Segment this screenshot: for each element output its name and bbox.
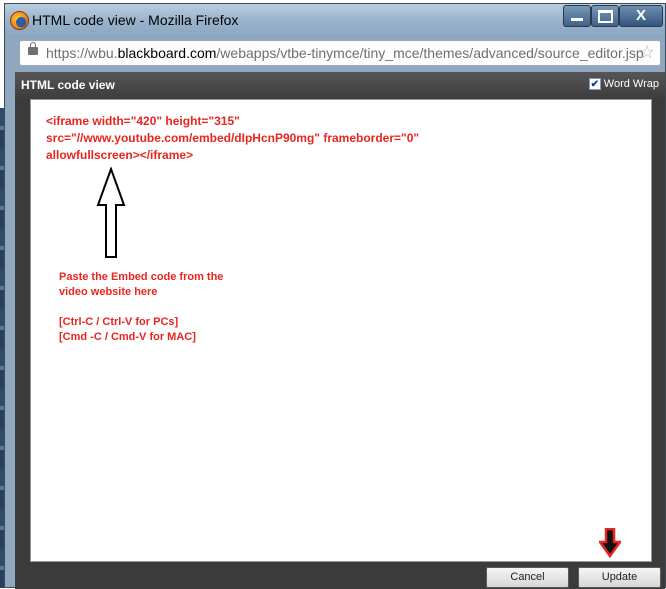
code-line: src="//www.youtube.com/embed/dIpHcnP90mg… xyxy=(46,131,420,145)
maximize-icon xyxy=(597,10,613,23)
embed-code: <iframe width="420" height="315" src="//… xyxy=(46,113,466,164)
instructions-annotation: Paste the Embed code from the video webs… xyxy=(59,270,259,345)
dialog-header: HTML code view ✔ Word Wrap xyxy=(15,72,665,99)
word-wrap-label: Word Wrap xyxy=(603,78,659,90)
checkbox-checked-icon[interactable]: ✔ xyxy=(588,78,601,90)
firefox-window: HTML code view - Mozilla Firefox X https… xyxy=(4,3,666,589)
maximize-button[interactable] xyxy=(591,5,619,27)
code-line: allowfullscreen></iframe> xyxy=(46,148,194,162)
code-line: <iframe width="420" height="315" xyxy=(46,114,240,128)
word-wrap-toggle[interactable]: ✔ Word Wrap xyxy=(588,78,659,90)
url-domain: blackboard.com xyxy=(117,45,217,61)
firefox-icon xyxy=(10,11,29,30)
url-prefix: https://wbu. xyxy=(46,45,118,61)
instruction-line: Paste the Embed code from the xyxy=(59,271,224,283)
cancel-button[interactable]: Cancel xyxy=(486,567,569,588)
dialog-title: HTML code view xyxy=(21,78,115,92)
window-title: HTML code view - Mozilla Firefox xyxy=(32,12,239,28)
url-path: /webapps/vtbe-tinymce/tiny_mce/themes/ad… xyxy=(216,45,644,61)
source-editor-textarea[interactable]: <iframe width="420" height="315" src="//… xyxy=(30,99,652,562)
down-arrow-annotation-icon xyxy=(599,528,621,558)
instruction-line: video website here xyxy=(59,286,158,298)
html-code-view-dialog: HTML code view ✔ Word Wrap <iframe width… xyxy=(15,72,665,589)
up-arrow-annotation-icon xyxy=(96,167,126,258)
instruction-line: [Ctrl-C / Ctrl-V for PCs] xyxy=(59,316,179,328)
lock-icon xyxy=(28,42,38,55)
minimize-button[interactable] xyxy=(563,5,591,27)
address-bar[interactable]: https://wbu.blackboard.com/webapps/vtbe-… xyxy=(19,40,661,66)
close-button[interactable]: X xyxy=(619,5,663,27)
bookmark-star-icon[interactable]: ☆ xyxy=(639,42,655,62)
close-icon: X xyxy=(635,7,646,24)
title-bar[interactable]: HTML code view - Mozilla Firefox X xyxy=(5,4,665,38)
instruction-line: [Cmd -C / Cmd-V for MAC] xyxy=(59,331,196,343)
dialog-footer: Cancel Update xyxy=(15,562,665,589)
url-text[interactable]: https://wbu.blackboard.com/webapps/vtbe-… xyxy=(46,45,644,61)
update-button[interactable]: Update xyxy=(578,567,661,588)
minimize-icon xyxy=(571,18,583,21)
